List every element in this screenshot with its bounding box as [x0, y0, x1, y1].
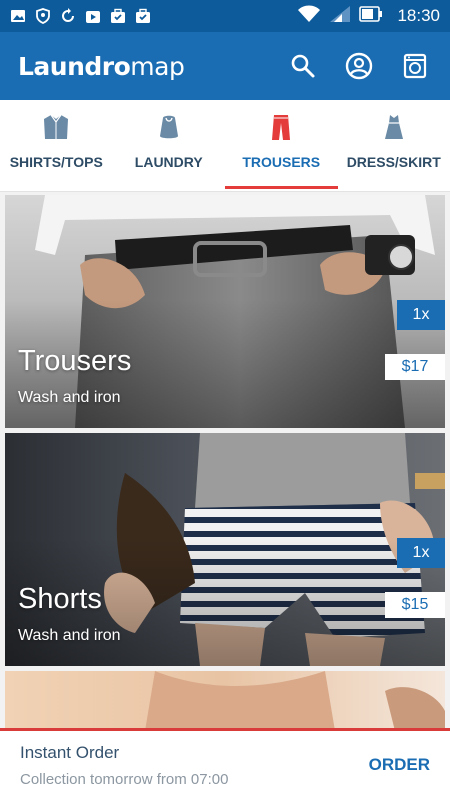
shirt-icon: [41, 112, 71, 142]
sync-icon: [60, 8, 76, 24]
instant-order-bar: Instant Order Collection tomorrow from 0…: [0, 728, 450, 800]
card-subtitle: Wash and iron: [18, 627, 121, 644]
service-card-trousers[interactable]: 1x $17 Trousers Wash and iron: [5, 195, 445, 428]
order-button[interactable]: ORDER: [369, 755, 430, 775]
tab-laundry[interactable]: LAUNDRY: [113, 100, 226, 191]
image-icon: [10, 8, 26, 24]
trousers-icon: [266, 112, 296, 142]
tab-label: DRESS/SKIRT: [346, 154, 441, 170]
service-card-shorts[interactable]: 1x $15 Shorts Wash and iron: [5, 433, 445, 666]
orders-button[interactable]: [398, 49, 432, 83]
shield-icon: [35, 8, 51, 24]
tab-label: TROUSERS: [242, 154, 321, 170]
briefcase-check-icon: [135, 8, 151, 24]
active-tab-indicator: [225, 186, 338, 189]
logo-light-text: map: [130, 51, 185, 81]
service-card-partial[interactable]: [5, 671, 445, 731]
wifi-icon: [297, 5, 321, 28]
price-badge: $17: [385, 354, 445, 380]
play-store-icon: [85, 8, 101, 24]
notification-icons: [10, 8, 151, 24]
tab-dress-skirt[interactable]: DRESS/SKIRT: [338, 100, 450, 191]
battery-icon: [359, 5, 383, 28]
tab-label: SHIRTS/TOPS: [9, 154, 103, 170]
price-badge: $15: [385, 592, 445, 618]
account-icon: [345, 52, 373, 80]
app-logo: Laundromap: [18, 51, 185, 81]
tab-shirts-tops[interactable]: SHIRTS/TOPS: [0, 100, 113, 191]
app-bar: Laundromap: [0, 32, 450, 100]
quantity-badge[interactable]: 1x: [397, 300, 445, 330]
dress-photo: [5, 671, 445, 731]
card-title: Trousers: [18, 345, 132, 377]
dress-icon: [379, 112, 409, 142]
tab-trousers[interactable]: TROUSERS: [225, 100, 338, 191]
search-button[interactable]: [286, 49, 320, 83]
card-title: Shorts: [18, 583, 102, 615]
washing-machine-icon: [403, 53, 427, 79]
account-button[interactable]: [342, 49, 376, 83]
search-icon: [291, 54, 315, 78]
logo-bold-text: Laundro: [18, 51, 131, 81]
laundry-bag-icon: [154, 112, 184, 142]
card-subtitle: Wash and iron: [18, 389, 121, 406]
briefcase-check-icon: [110, 8, 126, 24]
status-time: 18:30: [397, 6, 440, 25]
quantity-badge[interactable]: 1x: [397, 538, 445, 568]
tab-label: LAUNDRY: [134, 154, 203, 170]
category-tabs: SHIRTS/TOPS LAUNDRY TROUSERS DRESS/SKIRT: [0, 100, 450, 192]
signal-icon: [329, 5, 351, 28]
system-icons: 18:30: [297, 5, 440, 28]
status-bar: 18:30: [0, 0, 450, 32]
